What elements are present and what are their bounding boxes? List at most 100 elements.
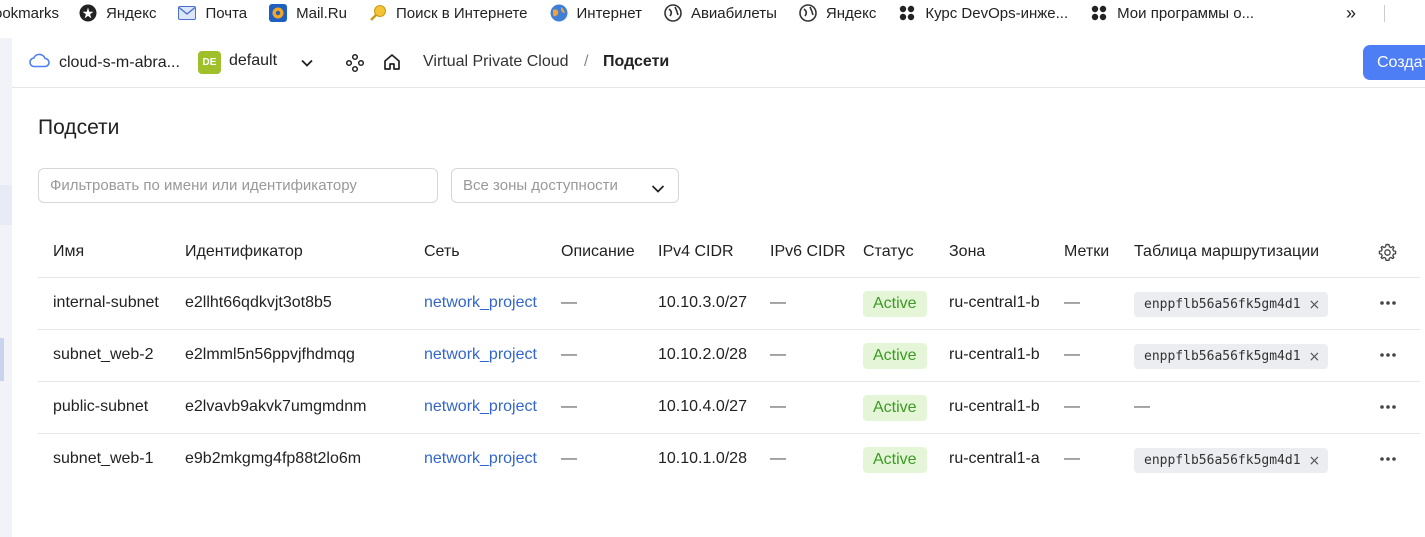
column-header-labels[interactable]: Метки [1064, 243, 1109, 261]
breadcrumb-vpc[interactable]: Virtual Private Cloud [423, 53, 569, 71]
left-rail [0, 38, 12, 537]
console-header: cloud-s-m-abra... DE default Virtual Pri… [12, 38, 1425, 88]
chevron-down-icon [651, 181, 665, 198]
subnet-id: e9b2mkgmg4fp88t2lo6m [185, 450, 362, 467]
bookmark-label: Яндекс [825, 4, 877, 22]
status-badge: Active [863, 343, 927, 369]
bookmark-item[interactable]: Mail.Ru [269, 0, 347, 26]
subnet-description: — [561, 294, 577, 311]
bookmark-item[interactable]: Мои программы о... [1090, 0, 1254, 26]
more-actions-button[interactable] [1378, 449, 1398, 469]
route-table-chip[interactable]: enppflb56a56fk5gm4d1 × [1134, 292, 1329, 317]
home-icon[interactable] [382, 52, 402, 77]
bookmark-item[interactable]: Яндекс [799, 0, 876, 26]
subnet-name: internal-subnet [53, 294, 159, 311]
bookmarks-overflow-button[interactable]: » [1346, 0, 1356, 26]
zone: ru-central1-b [949, 346, 1040, 363]
column-header-name[interactable]: Имя [53, 243, 84, 261]
close-icon[interactable]: × [1309, 349, 1321, 365]
table-row[interactable]: public-subnet e2lvavb9akvk7umgmdnm netwo… [38, 382, 1420, 434]
labels: — [1064, 450, 1080, 467]
bookmark-label: Мои программы о... [1117, 4, 1255, 22]
ipv4-cidr: 10.10.4.0/27 [658, 398, 747, 415]
cloud-selector[interactable]: cloud-s-m-abra... [28, 52, 180, 73]
mailru-icon [269, 4, 288, 22]
bookmark-item[interactable]: ookmarks [0, 0, 59, 26]
column-header-ipv4[interactable]: IPv4 CIDR [658, 243, 734, 261]
table-row[interactable]: subnet_web-2 e2lmml5n56ppvjfhdmqg networ… [38, 330, 1420, 382]
bookmark-item[interactable]: Интернет [550, 0, 642, 26]
column-header-route-table[interactable]: Таблица маршрутизации [1134, 243, 1319, 261]
subnet-id: e2lvavb9akvk7umgmdnm [185, 398, 367, 415]
bookmark-item[interactable]: Поиск в Интернете [369, 0, 528, 26]
bookmarks-bar: ookmarks Яндекс Почта Mail.Ru Поиск в Ин… [0, 0, 1425, 26]
column-header-zone[interactable]: Зона [949, 243, 985, 261]
ipv4-cidr: 10.10.3.0/27 [658, 294, 747, 311]
more-actions-button[interactable] [1378, 345, 1398, 365]
close-icon[interactable]: × [1309, 297, 1321, 313]
network-link[interactable]: network_project [424, 450, 537, 468]
network-link[interactable]: network_project [424, 398, 537, 416]
gear-icon[interactable] [1378, 243, 1397, 267]
bookmark-label: Интернет [576, 4, 642, 22]
table-row[interactable]: internal-subnet e2llht66qdkvjt3ot8b5 net… [38, 278, 1420, 330]
route-table-chip[interactable]: enppflb56a56fk5gm4d1 × [1134, 448, 1329, 473]
flower-icon [898, 4, 916, 22]
folder-name[interactable]: default [229, 52, 277, 70]
search-key-icon [369, 4, 387, 22]
folder-badge[interactable]: DE [198, 51, 221, 74]
zone: ru-central1-b [949, 294, 1040, 311]
subnet-name: public-subnet [53, 398, 149, 415]
bookmarks-divider [1384, 5, 1385, 22]
bookmark-label: ookmarks [0, 4, 60, 22]
breadcrumb-separator: / [584, 53, 589, 70]
column-header-network[interactable]: Сеть [424, 243, 460, 261]
search-input[interactable] [38, 168, 438, 203]
labels: — [1064, 294, 1080, 311]
status-badge: Active [863, 291, 927, 317]
column-header-ipv6[interactable]: IPv6 CIDR [770, 243, 846, 261]
bookmark-label: Курс DevOps-инже... [925, 4, 1069, 22]
chevron-down-icon[interactable] [299, 55, 315, 76]
table-row[interactable]: subnet_web-1 e9b2mkgmg4fp88t2lo6m networ… [38, 434, 1420, 486]
more-actions-button[interactable] [1378, 397, 1398, 417]
bookmark-label: Поиск в Интернете [396, 4, 528, 22]
ipv6-cidr: — [770, 450, 786, 467]
bookmark-item[interactable]: Авиабилеты [664, 0, 777, 26]
services-icon[interactable] [345, 53, 365, 78]
subnet-description: — [561, 398, 577, 415]
bookmark-item[interactable]: Яндекс [79, 0, 156, 26]
left-rail-marker [0, 338, 4, 381]
zone: ru-central1-b [949, 398, 1040, 415]
left-rail-notch [0, 185, 12, 225]
column-header-id[interactable]: Идентификатор [185, 243, 303, 261]
bookmark-label: Mail.Ru [296, 4, 347, 22]
route-table-empty: — [1134, 398, 1150, 415]
more-actions-button[interactable] [1378, 293, 1398, 313]
page-title: Подсети [38, 116, 120, 139]
column-header-status[interactable]: Статус [863, 243, 914, 261]
subnets-table: Имя Идентификатор Сеть Описание IPv4 CID… [38, 227, 1420, 486]
globe-icon [799, 4, 817, 22]
bookmark-item[interactable]: Почта [178, 0, 247, 26]
bookmark-item[interactable]: Курс DevOps-инже... [898, 0, 1068, 26]
bookmark-label: Яндекс [106, 4, 157, 22]
column-header-description[interactable]: Описание [561, 243, 635, 261]
ipv6-cidr: — [770, 294, 786, 311]
create-button[interactable]: Создать [1363, 45, 1425, 80]
close-icon[interactable]: × [1309, 453, 1321, 469]
ipv6-cidr: — [770, 346, 786, 363]
route-table-id: enppflb56a56fk5gm4d1 [1144, 453, 1301, 468]
cloud-name: cloud-s-m-abra... [59, 53, 180, 71]
network-link[interactable]: network_project [424, 346, 537, 364]
route-table-id: enppflb56a56fk5gm4d1 [1144, 349, 1301, 364]
cloud-icon [28, 52, 50, 73]
subnet-name: subnet_web-1 [53, 450, 154, 467]
network-link[interactable]: network_project [424, 294, 537, 312]
labels: — [1064, 398, 1080, 415]
breadcrumb-current: Подсети [603, 53, 670, 70]
zone-select[interactable]: Все зоны доступности [451, 168, 679, 203]
route-table-chip[interactable]: enppflb56a56fk5gm4d1 × [1134, 344, 1329, 369]
mail-icon [178, 4, 197, 22]
subnet-description: — [561, 450, 577, 467]
